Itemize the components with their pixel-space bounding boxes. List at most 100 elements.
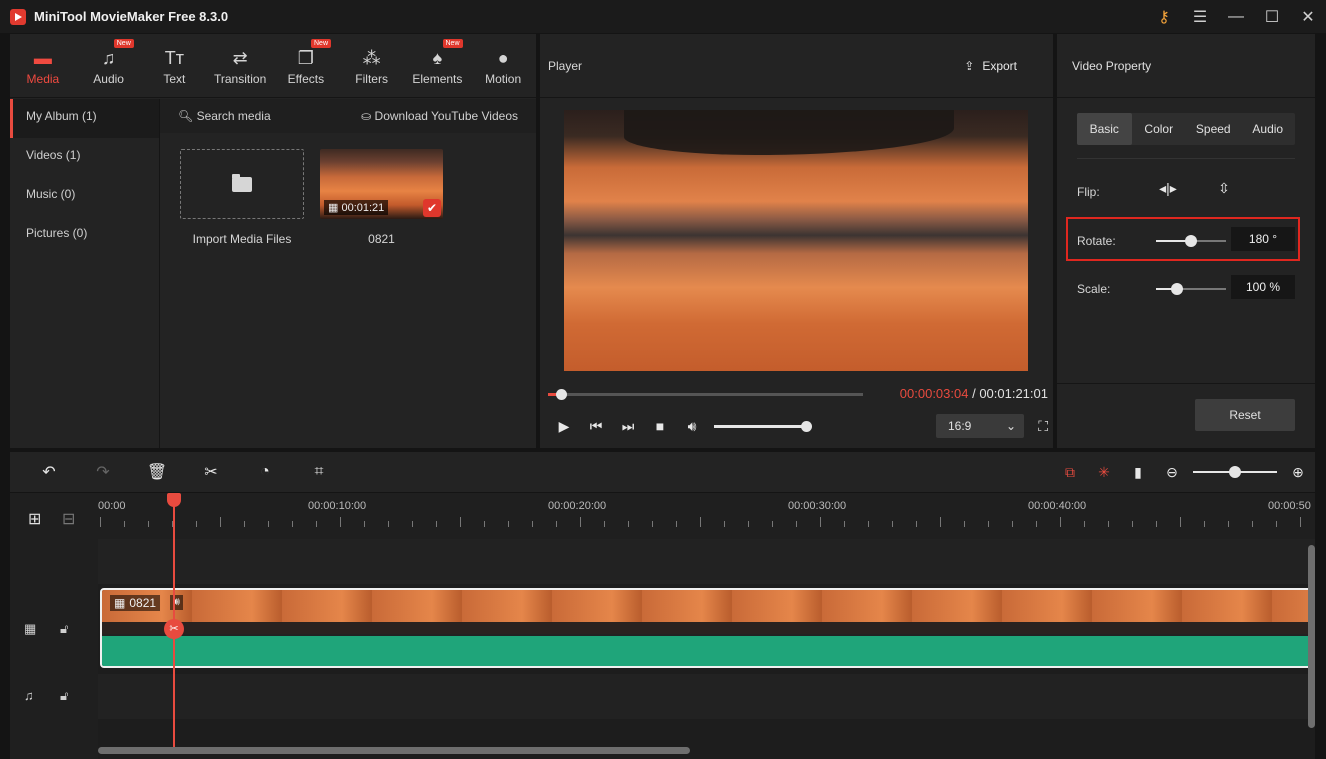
tab-speed[interactable]: Speed <box>1186 113 1241 145</box>
tool-label: Transition <box>214 71 267 86</box>
aspect-ratio-select[interactable]: 16:9 ⌄ <box>936 414 1024 438</box>
progress-handle[interactable] <box>556 389 568 400</box>
download-youtube-button[interactable]: ⛀ Download YouTube Videos <box>361 109 518 123</box>
redo-icon[interactable]: ↷ <box>76 462 130 482</box>
tab-color[interactable]: Color <box>1132 113 1187 145</box>
playhead-handle[interactable] <box>167 493 181 507</box>
horizontal-scrollbar[interactable] <box>98 747 690 754</box>
ruler-label: 00:00 <box>98 500 126 512</box>
album-item-pictures[interactable]: Pictures (0) <box>10 216 159 255</box>
search-media-button[interactable]: 🔍︎ Search media <box>178 109 271 123</box>
ruler-tick <box>580 517 581 527</box>
fit-timeline-icon[interactable]: ▮ <box>1121 464 1155 481</box>
volume-icon[interactable]: 🔊︎ <box>676 418 708 435</box>
effects-icon: ❐ <box>297 47 314 68</box>
app-title: MiniTool MovieMaker Free 8.3.0 <box>34 9 229 24</box>
rotate-value-input[interactable]: 180 ° <box>1231 227 1295 251</box>
close-button[interactable]: ✕ <box>1290 7 1326 27</box>
video-property-title: Video Property <box>1057 34 1315 98</box>
timeline-ruler[interactable]: 00:00 00:00:10:00 00:00:20:00 00:00:30:0… <box>98 493 1315 539</box>
ruler-label: 00:00:10:00 <box>308 500 367 512</box>
previous-frame-button[interactable]: ⏮ <box>580 418 612 435</box>
album-item-my-album[interactable]: My Album (1) <box>10 99 159 138</box>
volume-slider[interactable] <box>714 420 812 432</box>
tool-transition[interactable]: ⇄ Transition <box>207 34 273 98</box>
remove-track-icon[interactable]: ⊟ <box>62 509 75 529</box>
speed-icon[interactable]: ◔ <box>238 463 292 481</box>
ruler-tick <box>244 521 245 527</box>
tool-label: Motion <box>485 71 522 86</box>
next-frame-button[interactable]: ⏭ <box>612 418 644 435</box>
album-item-music[interactable]: Music (0) <box>10 177 159 216</box>
ruler-tick <box>1228 521 1229 527</box>
zoom-out-icon[interactable]: ⊖ <box>1155 464 1189 481</box>
flip-vertical-icon[interactable]: ⇳ <box>1211 180 1237 204</box>
ruler-tick <box>1036 521 1037 527</box>
split-icon[interactable]: ✂ <box>184 462 238 482</box>
lock-icon[interactable]: 🔓︎ <box>60 621 68 637</box>
track-headers: ⊞ ⊟ ▦ 🔓︎ ♫ 🔓︎ <box>10 493 98 759</box>
scale-slider[interactable] <box>1156 283 1226 295</box>
download-youtube-label: Download YouTube Videos <box>374 109 518 123</box>
tool-filters[interactable]: ⁂ Filters <box>339 34 405 98</box>
rotate-slider-handle[interactable] <box>1185 235 1197 247</box>
player-panel: Player ⇪ Export 00:00:03:04 / 00:01:21:0… <box>540 34 1053 448</box>
media-panel: ▬ Media New ♫ Audio Tт Text ⇄ Transition… <box>10 34 536 448</box>
ruler-tick <box>532 521 533 527</box>
tool-elements[interactable]: New ♠ Elements <box>405 34 471 98</box>
tab-basic[interactable]: Basic <box>1077 113 1132 145</box>
snap-icon[interactable]: ⧉ <box>1053 464 1087 481</box>
tab-audio[interactable]: Audio <box>1241 113 1296 145</box>
tool-audio[interactable]: New ♫ Audio <box>76 34 142 98</box>
album-item-videos[interactable]: Videos (1) <box>10 138 159 177</box>
maximize-button[interactable]: ☐ <box>1254 7 1290 27</box>
import-media-button[interactable] <box>180 149 304 219</box>
key-icon[interactable]: ⚷ <box>1146 7 1182 27</box>
property-tabs: Basic Color Speed Audio <box>1077 113 1295 145</box>
ruler-tick <box>364 521 365 527</box>
reset-button[interactable]: Reset <box>1195 399 1295 431</box>
export-button[interactable]: ⇪ Export <box>964 59 1017 73</box>
menu-icon[interactable]: ☰ <box>1182 7 1218 27</box>
flip-horizontal-icon[interactable]: ◂|▸ <box>1155 180 1181 204</box>
crop-icon[interactable]: ⌗ <box>292 463 346 481</box>
tool-effects[interactable]: New ❐ Effects <box>273 34 339 98</box>
ruler-tick <box>124 521 125 527</box>
split-marker-icon[interactable]: ✳ <box>1087 464 1121 481</box>
music-note-icon: ♫ <box>101 47 116 68</box>
scale-slider-handle[interactable] <box>1171 283 1183 295</box>
video-preview <box>564 110 1028 371</box>
zoom-slider-handle[interactable] <box>1229 466 1241 478</box>
zoom-slider[interactable] <box>1193 466 1277 478</box>
zoom-in-icon[interactable]: ⊕ <box>1281 464 1315 481</box>
vertical-scrollbar[interactable] <box>1308 545 1315 728</box>
minimize-button[interactable]: — <box>1218 8 1254 26</box>
tool-label: Audio <box>93 71 124 86</box>
current-time: 00:00:03:04 <box>899 386 969 401</box>
progress-slider[interactable] <box>548 389 863 400</box>
stop-button[interactable]: ■ <box>644 418 676 434</box>
fullscreen-icon[interactable]: ⛶ <box>1038 418 1048 435</box>
play-button[interactable]: ▶ <box>548 418 580 435</box>
playhead-split-icon[interactable]: ✂ <box>164 619 184 639</box>
clip-volume-icon[interactable]: 🔊︎ <box>170 595 183 610</box>
tool-motion[interactable]: ● Motion <box>470 34 536 98</box>
scale-value-input[interactable]: 100 % <box>1231 275 1295 299</box>
music-track-icon: ♫ <box>24 688 34 703</box>
tool-media[interactable]: ▬ Media <box>10 34 76 98</box>
ruler-tick <box>1300 517 1301 527</box>
delete-icon[interactable]: 🗑︎ <box>130 462 184 482</box>
rotate-slider[interactable] <box>1156 235 1226 247</box>
ruler-tick <box>988 521 989 527</box>
add-track-icon[interactable]: ⊞ <box>28 509 41 529</box>
ruler-tick <box>460 517 461 527</box>
volume-handle[interactable] <box>801 420 812 432</box>
clip-frames <box>102 590 1310 634</box>
media-thumbnail[interactable]: ▦ 00:01:21 ✔ <box>320 149 443 219</box>
undo-icon[interactable]: ↶ <box>22 462 76 482</box>
tool-text[interactable]: Tт Text <box>142 34 208 98</box>
tool-label: Filters <box>355 71 388 86</box>
timeline-video-clip[interactable]: ▦ 0821 🔊︎ <box>100 588 1312 668</box>
lock-icon[interactable]: 🔓︎ <box>60 688 68 704</box>
download-icon: ⛀ <box>361 109 372 123</box>
